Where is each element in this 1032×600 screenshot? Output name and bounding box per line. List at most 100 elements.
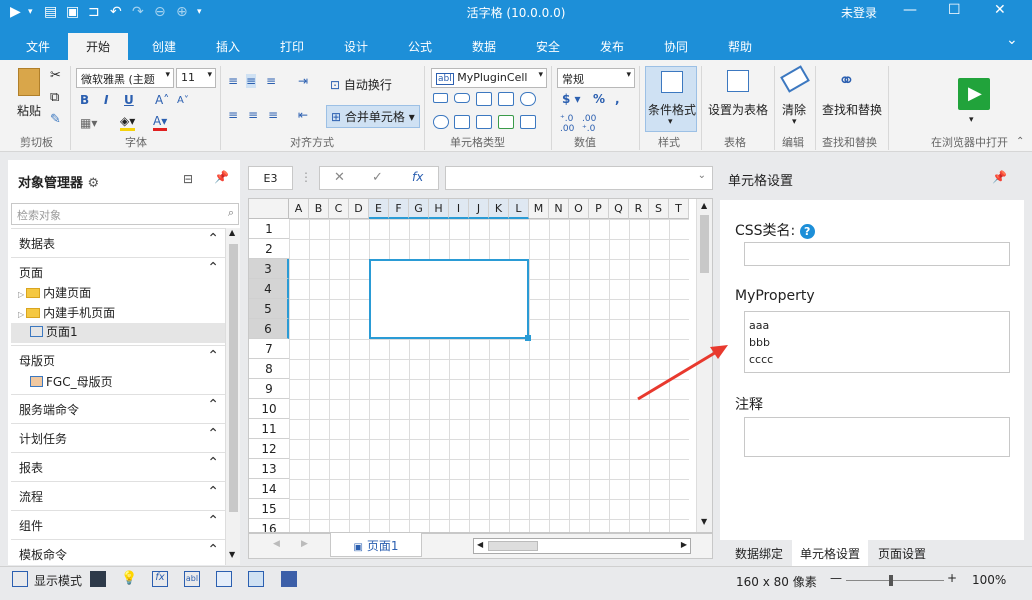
cancel-icon[interactable]: ✕ (334, 170, 345, 185)
scroll-thumb[interactable] (488, 541, 538, 551)
tab-print[interactable]: 打印 (280, 38, 304, 55)
font-size-select[interactable]: 11 ▾ (176, 68, 216, 88)
tab-data[interactable]: 数据 (472, 38, 496, 55)
scroll-up-icon[interactable]: ▲ (229, 228, 235, 237)
maximize-icon[interactable]: ☐ (948, 2, 961, 18)
radio-celltype-icon[interactable] (520, 92, 536, 106)
number-celltype-icon[interactable] (476, 115, 492, 129)
row-header[interactable]: 3 (249, 259, 289, 279)
scroll-down-icon[interactable]: ▼ (229, 550, 235, 559)
tab-design[interactable]: 设计 (344, 38, 368, 55)
underline-button[interactable]: U (124, 93, 134, 107)
tab-formula[interactable]: 公式 (408, 38, 432, 55)
italic-button[interactable]: I (104, 93, 108, 107)
border-icon[interactable]: ▦▾ (80, 116, 97, 130)
align-right-icon[interactable]: ≡ (268, 108, 278, 122)
zoom-in-icon[interactable]: + (947, 571, 957, 585)
comment-textarea[interactable] (744, 417, 1010, 457)
column-header[interactable]: N (549, 199, 569, 219)
indent-icon[interactable]: ⇥ (298, 74, 308, 88)
settings-grid-icon[interactable] (216, 571, 232, 587)
decrease-decimal-icon[interactable]: .00 ⁺.0 (582, 114, 596, 134)
copy-icon[interactable]: ⧉ (50, 90, 59, 105)
zoom-slider-thumb[interactable] (889, 575, 893, 586)
merge-cells-button[interactable]: ⊞ 合并单元格 ▾ (326, 105, 420, 128)
formula-bar-menu-icon[interactable]: ⋮ (300, 170, 312, 184)
section-components[interactable]: 组件 ⌃ (11, 510, 225, 536)
row-header[interactable]: 7 (249, 339, 289, 359)
column-header[interactable]: O (569, 199, 589, 219)
column-header[interactable]: A (289, 199, 309, 219)
login-link[interactable]: 未登录 (841, 4, 877, 21)
decrease-font-icon[interactable]: A˅ (177, 95, 189, 106)
scroll-thumb[interactable] (229, 244, 238, 512)
tab-insert[interactable]: 插入 (216, 38, 240, 55)
tab-collaborate[interactable]: 协同 (664, 38, 688, 55)
scroll-right-icon[interactable]: ▶ (681, 540, 687, 549)
label-celltype-icon[interactable] (476, 92, 492, 106)
cell-reference-box[interactable]: E3 (248, 166, 293, 190)
tab-help[interactable]: 帮助 (728, 38, 752, 55)
align-bottom-icon[interactable]: ≡ (266, 74, 276, 88)
cell-type-select[interactable]: abl MyPluginCell ▾ (431, 68, 547, 88)
column-header[interactable]: C (329, 199, 349, 219)
outdent-icon[interactable]: ⇤ (298, 108, 308, 122)
row-header[interactable]: 12 (249, 439, 289, 459)
fill-handle[interactable] (525, 335, 531, 341)
minimize-icon[interactable]: — (903, 2, 917, 18)
row-header[interactable]: 5 (249, 299, 289, 319)
wrap-text-button[interactable]: ⊡ 自动换行 (330, 76, 392, 93)
row-header[interactable]: 9 (249, 379, 289, 399)
play-icon[interactable]: ▶ (958, 78, 990, 110)
tab-publish[interactable]: 发布 (600, 38, 624, 55)
column-header[interactable]: G (409, 199, 429, 219)
row-header[interactable]: 1 (249, 219, 289, 239)
label-icon[interactable]: abl (184, 571, 200, 587)
row-header[interactable]: 13 (249, 459, 289, 479)
cut-icon[interactable]: ✂ (50, 68, 61, 83)
binoculars-icon[interactable]: ⚭ (838, 68, 855, 92)
next-sheet-icon[interactable]: ▶ (301, 539, 308, 549)
grid-celltype-icon[interactable] (520, 115, 536, 129)
eraser-icon[interactable] (780, 65, 810, 93)
tab-create[interactable]: 创建 (152, 38, 176, 55)
row-header[interactable]: 15 (249, 499, 289, 519)
column-header[interactable]: B (309, 199, 329, 219)
currency-icon[interactable]: $ ▾ (562, 92, 581, 106)
pin-icon[interactable]: 📌 (214, 170, 229, 184)
scroll-left-icon[interactable]: ◀ (477, 540, 483, 549)
column-header[interactable]: L (509, 199, 529, 219)
close-icon[interactable]: ✕ (994, 2, 1006, 18)
expand-icon[interactable]: ▷ (18, 290, 24, 299)
increase-decimal-icon[interactable]: ⁺.0.00 (560, 114, 574, 134)
tree-item-master-page[interactable]: FGC_母版页 (30, 373, 113, 393)
align-top-icon[interactable]: ≡ (228, 74, 238, 88)
column-header[interactable]: H (429, 199, 449, 219)
find-replace-button[interactable]: 查找和替换 (822, 101, 882, 118)
expand-formula-icon[interactable]: ⌄ (698, 170, 706, 181)
horizontal-scrollbar[interactable]: ◀ ▶ (473, 538, 691, 554)
pin-icon[interactable]: 📌 (992, 170, 1007, 184)
sheet-tab-page1[interactable]: ▣ 页面1 (330, 533, 422, 557)
column-header[interactable]: T (669, 199, 689, 219)
column-header[interactable]: D (349, 199, 369, 219)
zoom-level[interactable]: 100% (972, 573, 1006, 587)
table-icon[interactable] (727, 70, 749, 92)
image-celltype-icon[interactable] (498, 115, 514, 129)
column-header[interactable]: F (389, 199, 409, 219)
collapse-all-icon[interactable]: ⊟ (183, 172, 193, 186)
select-all-corner[interactable] (249, 199, 289, 219)
percent-icon[interactable]: % (593, 92, 605, 106)
css-class-input[interactable] (744, 242, 1010, 266)
section-pages[interactable]: 页面 ⌃ (11, 257, 225, 283)
increase-font-icon[interactable]: A˄ (155, 93, 169, 107)
tab-data-binding[interactable]: 数据绑定 (735, 545, 783, 562)
row-header[interactable]: 6 (249, 319, 289, 339)
zoom-slider[interactable] (846, 580, 944, 581)
lightbulb-icon[interactable]: 💡 (121, 571, 137, 587)
section-template-commands[interactable]: 模板命令 ⌃ (11, 539, 225, 565)
prev-sheet-icon[interactable]: ◀ (273, 539, 280, 549)
section-workflow[interactable]: 流程 ⌃ (11, 481, 225, 507)
link-celltype-icon[interactable] (433, 115, 449, 129)
section-master-pages[interactable]: 母版页 ⌃ (11, 345, 225, 371)
